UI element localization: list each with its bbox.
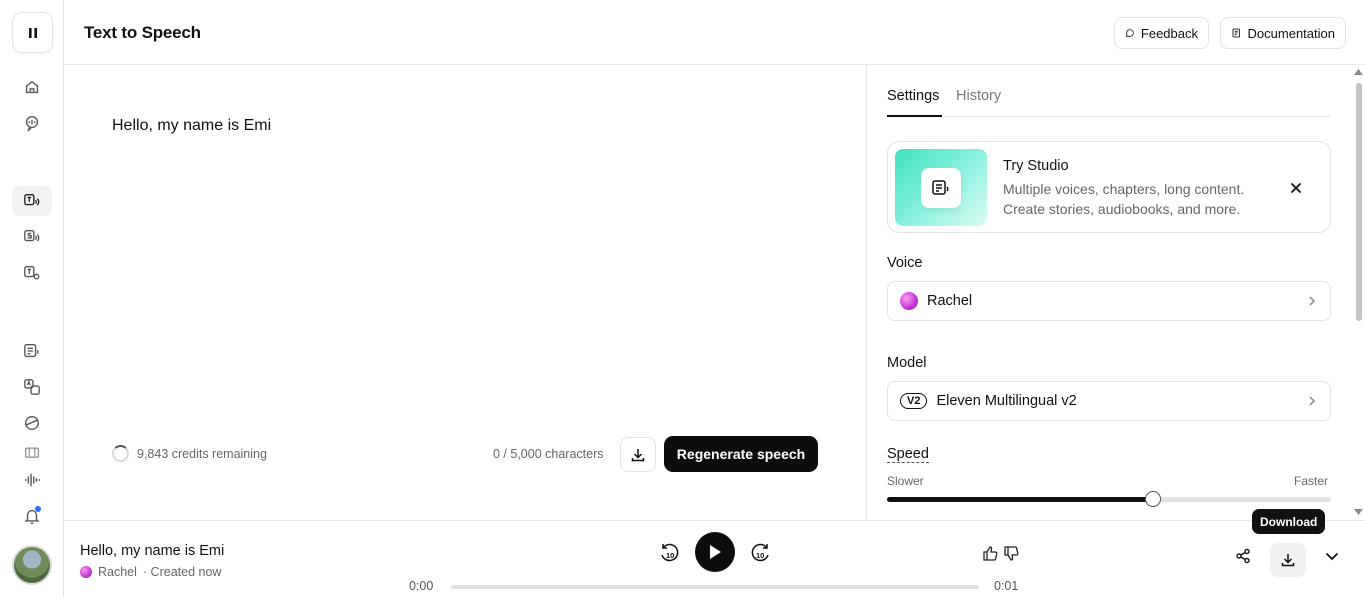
skip-back-label: 10 xyxy=(666,551,674,560)
voice-chat-icon xyxy=(25,116,39,132)
credits-ring-icon xyxy=(112,445,129,462)
panel-tabs: Settings History xyxy=(887,88,1331,117)
chevron-right-icon xyxy=(1309,396,1316,406)
player-voice: Rachel xyxy=(98,565,137,579)
panel-scrollbar[interactable] xyxy=(1353,65,1363,520)
pause-icon xyxy=(28,27,37,38)
studio-icon xyxy=(24,344,39,358)
panel-scrollbar-thumb[interactable] xyxy=(1356,83,1362,321)
time-total: 0:01 xyxy=(994,579,1019,593)
voice-avatar xyxy=(80,566,92,578)
speed-label: Speed xyxy=(887,446,929,463)
model-label: Model xyxy=(887,355,927,371)
expand-player-button[interactable] xyxy=(1321,545,1343,567)
scroll-up-icon xyxy=(1354,69,1363,75)
voice-settings-icon xyxy=(24,266,40,280)
avatar[interactable] xyxy=(12,545,52,585)
sound-effects-icon xyxy=(25,447,39,458)
voice-avatar xyxy=(900,292,918,310)
speed-slider-fill xyxy=(887,497,1154,502)
audio-player: Hello, my name is Emi Rachel · Created n… xyxy=(64,520,1365,597)
sidebar-item-notifications[interactable] xyxy=(12,501,52,531)
audio-wave-icon xyxy=(25,473,40,487)
sidebar-item-speech-to-speech[interactable] xyxy=(12,222,52,252)
documentation-label: Documentation xyxy=(1247,25,1335,41)
sidebar-item-studio[interactable] xyxy=(12,336,52,366)
skip-forward-10-icon[interactable]: 10 xyxy=(750,541,772,563)
editor-download-button[interactable] xyxy=(620,437,656,472)
model-value: Eleven Multilingual v2 xyxy=(936,393,1077,409)
share-icon xyxy=(1236,548,1250,564)
tab-history[interactable]: History xyxy=(956,88,1001,117)
home-icon xyxy=(25,80,39,94)
sidebar-item-sound-effects[interactable] xyxy=(12,440,52,460)
player-title: Hello, my name is Emi xyxy=(80,543,225,559)
voice-value: Rachel xyxy=(927,293,973,309)
sidebar-toggle-button[interactable] xyxy=(12,12,53,53)
sidebar-item-voice-settings[interactable] xyxy=(12,258,52,288)
studio-thumbnail xyxy=(895,149,987,226)
page-title: Text to Speech xyxy=(84,23,201,42)
sidebar-item-voice-library[interactable] xyxy=(12,408,52,438)
speed-slider-thumb[interactable] xyxy=(1145,491,1162,507)
sidebar-item-text-to-speech[interactable] xyxy=(12,186,52,216)
studio-description: Multiple voices, chapters, long content.… xyxy=(1003,181,1245,217)
close-icon xyxy=(1290,182,1302,194)
player-subtitle: Rachel · Created now xyxy=(80,565,221,579)
model-select[interactable]: V2 Eleven Multilingual v2 xyxy=(887,381,1331,421)
voice-select[interactable]: Rachel xyxy=(887,281,1331,321)
scroll-down-icon xyxy=(1354,509,1363,515)
sidebar-item-dubbing[interactable] xyxy=(12,372,52,402)
chevron-down-icon xyxy=(1325,552,1339,560)
speech-to-speech-icon xyxy=(24,230,40,242)
voice-label: Voice xyxy=(887,255,923,271)
time-current: 0:00 xyxy=(409,579,434,593)
sidebar-item-audio-wave[interactable] xyxy=(12,465,52,495)
rating-buttons xyxy=(982,545,1020,562)
thumbs-down-icon[interactable] xyxy=(1003,545,1020,562)
text-editor[interactable]: Hello, my name is Emi 9,843 credits rema… xyxy=(64,65,866,520)
document-icon xyxy=(1232,28,1240,38)
studio-title: Try Studio xyxy=(1003,158,1069,174)
skip-forward-label: 10 xyxy=(756,551,764,560)
play-icon xyxy=(710,545,721,559)
skip-back-10-icon[interactable]: 10 xyxy=(658,541,680,563)
download-icon xyxy=(1281,554,1295,567)
sidebar-item-voice-chat[interactable] xyxy=(12,108,52,138)
page-header: Text to Speech Feedback Documentation xyxy=(64,0,1365,65)
chat-bubble-icon xyxy=(1125,29,1134,37)
speed-slider[interactable] xyxy=(887,491,1331,507)
download-icon xyxy=(631,448,645,461)
documentation-button[interactable]: Documentation xyxy=(1220,17,1346,49)
download-tooltip: Download xyxy=(1252,509,1326,534)
credits-indicator: 9,843 credits remaining xyxy=(112,445,267,462)
player-created: · Created now xyxy=(142,565,222,579)
speed-max-label: Faster xyxy=(1294,474,1329,488)
feedback-label: Feedback xyxy=(1140,25,1198,41)
editor-text[interactable]: Hello, my name is Emi xyxy=(112,117,271,135)
dubbing-icon xyxy=(24,379,40,395)
text-to-speech-icon xyxy=(24,194,40,206)
speed-min-label: Slower xyxy=(887,474,924,488)
player-download-button[interactable] xyxy=(1270,543,1306,577)
chevron-right-icon xyxy=(1309,296,1316,306)
studio-icon xyxy=(921,168,961,208)
play-button[interactable] xyxy=(695,532,735,572)
character-count: 0 / 5,000 characters xyxy=(493,447,604,461)
regenerate-speech-button[interactable]: Regenerate speech xyxy=(664,436,818,472)
close-studio-button[interactable] xyxy=(1286,178,1306,198)
feedback-button[interactable]: Feedback xyxy=(1114,17,1209,49)
studio-promo-card[interactable]: Try Studio Multiple voices, chapters, lo… xyxy=(887,141,1331,233)
share-button[interactable] xyxy=(1232,545,1254,567)
thumbs-up-icon[interactable] xyxy=(982,545,999,562)
sidebar-item-home[interactable] xyxy=(12,72,52,102)
playback-progress[interactable] xyxy=(451,585,979,589)
sidebar xyxy=(0,0,64,597)
credits-text: 9,843 credits remaining xyxy=(137,446,267,461)
model-version-badge: V2 xyxy=(900,393,928,409)
notification-dot xyxy=(35,506,41,512)
tab-settings[interactable]: Settings xyxy=(887,88,942,117)
settings-panel: Settings History Try Studio Multiple voi… xyxy=(866,65,1365,520)
voice-library-icon xyxy=(25,416,39,430)
